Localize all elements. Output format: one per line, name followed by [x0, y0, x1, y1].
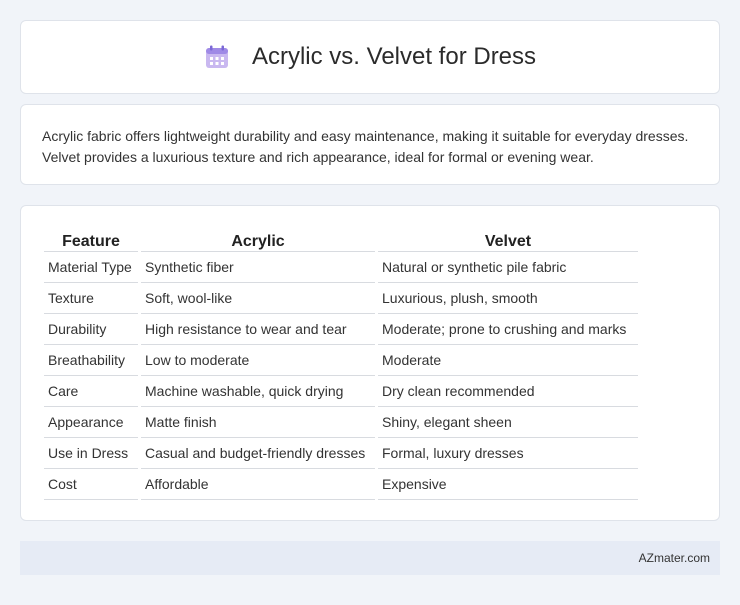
velvet-cell: Formal, luxury dresses: [378, 438, 638, 469]
header-feature: Feature: [44, 226, 138, 252]
acrylic-cell: Matte finish: [141, 407, 375, 438]
table-row: Breathability Low to moderate Moderate: [44, 345, 638, 376]
header-velvet: Velvet: [378, 226, 638, 252]
table-row: Durability High resistance to wear and t…: [44, 314, 638, 345]
header-acrylic: Acrylic: [141, 226, 375, 252]
table-row: Care Machine washable, quick drying Dry …: [44, 376, 638, 407]
acrylic-cell: Synthetic fiber: [141, 252, 375, 283]
feature-cell: Appearance: [44, 407, 138, 438]
intro-text: Acrylic fabric offers lightweight durabi…: [42, 128, 689, 165]
table-header-row: Feature Acrylic Velvet: [44, 226, 638, 252]
acrylic-cell: Machine washable, quick drying: [141, 376, 375, 407]
calendar-icon: [204, 44, 230, 70]
feature-cell: Texture: [44, 283, 138, 314]
feature-cell: Breathability: [44, 345, 138, 376]
table-row: Appearance Matte finish Shiny, elegant s…: [44, 407, 638, 438]
table-card: Feature Acrylic Velvet Material Type Syn…: [20, 205, 720, 521]
velvet-cell: Moderate; prone to crushing and marks: [378, 314, 638, 345]
title-card: Acrylic vs. Velvet for Dress: [20, 20, 720, 94]
acrylic-cell: Casual and budget-friendly dresses: [141, 438, 375, 469]
acrylic-cell: Soft, wool-like: [141, 283, 375, 314]
velvet-cell: Dry clean recommended: [378, 376, 638, 407]
table-row: Material Type Synthetic fiber Natural or…: [44, 252, 638, 283]
velvet-cell: Luxurious, plush, smooth: [378, 283, 638, 314]
table-row: Use in Dress Casual and budget-friendly …: [44, 438, 638, 469]
velvet-cell: Natural or synthetic pile fabric: [378, 252, 638, 283]
velvet-cell: Expensive: [378, 469, 638, 500]
acrylic-cell: Low to moderate: [141, 345, 375, 376]
footer: AZmater.com: [20, 541, 720, 575]
acrylic-cell: Affordable: [141, 469, 375, 500]
comparison-table: Feature Acrylic Velvet Material Type Syn…: [41, 226, 641, 500]
feature-cell: Care: [44, 376, 138, 407]
feature-cell: Use in Dress: [44, 438, 138, 469]
acrylic-cell: High resistance to wear and tear: [141, 314, 375, 345]
footer-brand: AZmater.com: [638, 551, 710, 565]
intro-card: Acrylic fabric offers lightweight durabi…: [20, 104, 720, 185]
page-title: Acrylic vs. Velvet for Dress: [251, 43, 537, 70]
table-row: Texture Soft, wool-like Luxurious, plush…: [44, 283, 638, 314]
feature-cell: Cost: [44, 469, 138, 500]
velvet-cell: Shiny, elegant sheen: [378, 407, 638, 438]
velvet-cell: Moderate: [378, 345, 638, 376]
feature-cell: Material Type: [44, 252, 138, 283]
table-row: Cost Affordable Expensive: [44, 469, 638, 500]
feature-cell: Durability: [44, 314, 138, 345]
